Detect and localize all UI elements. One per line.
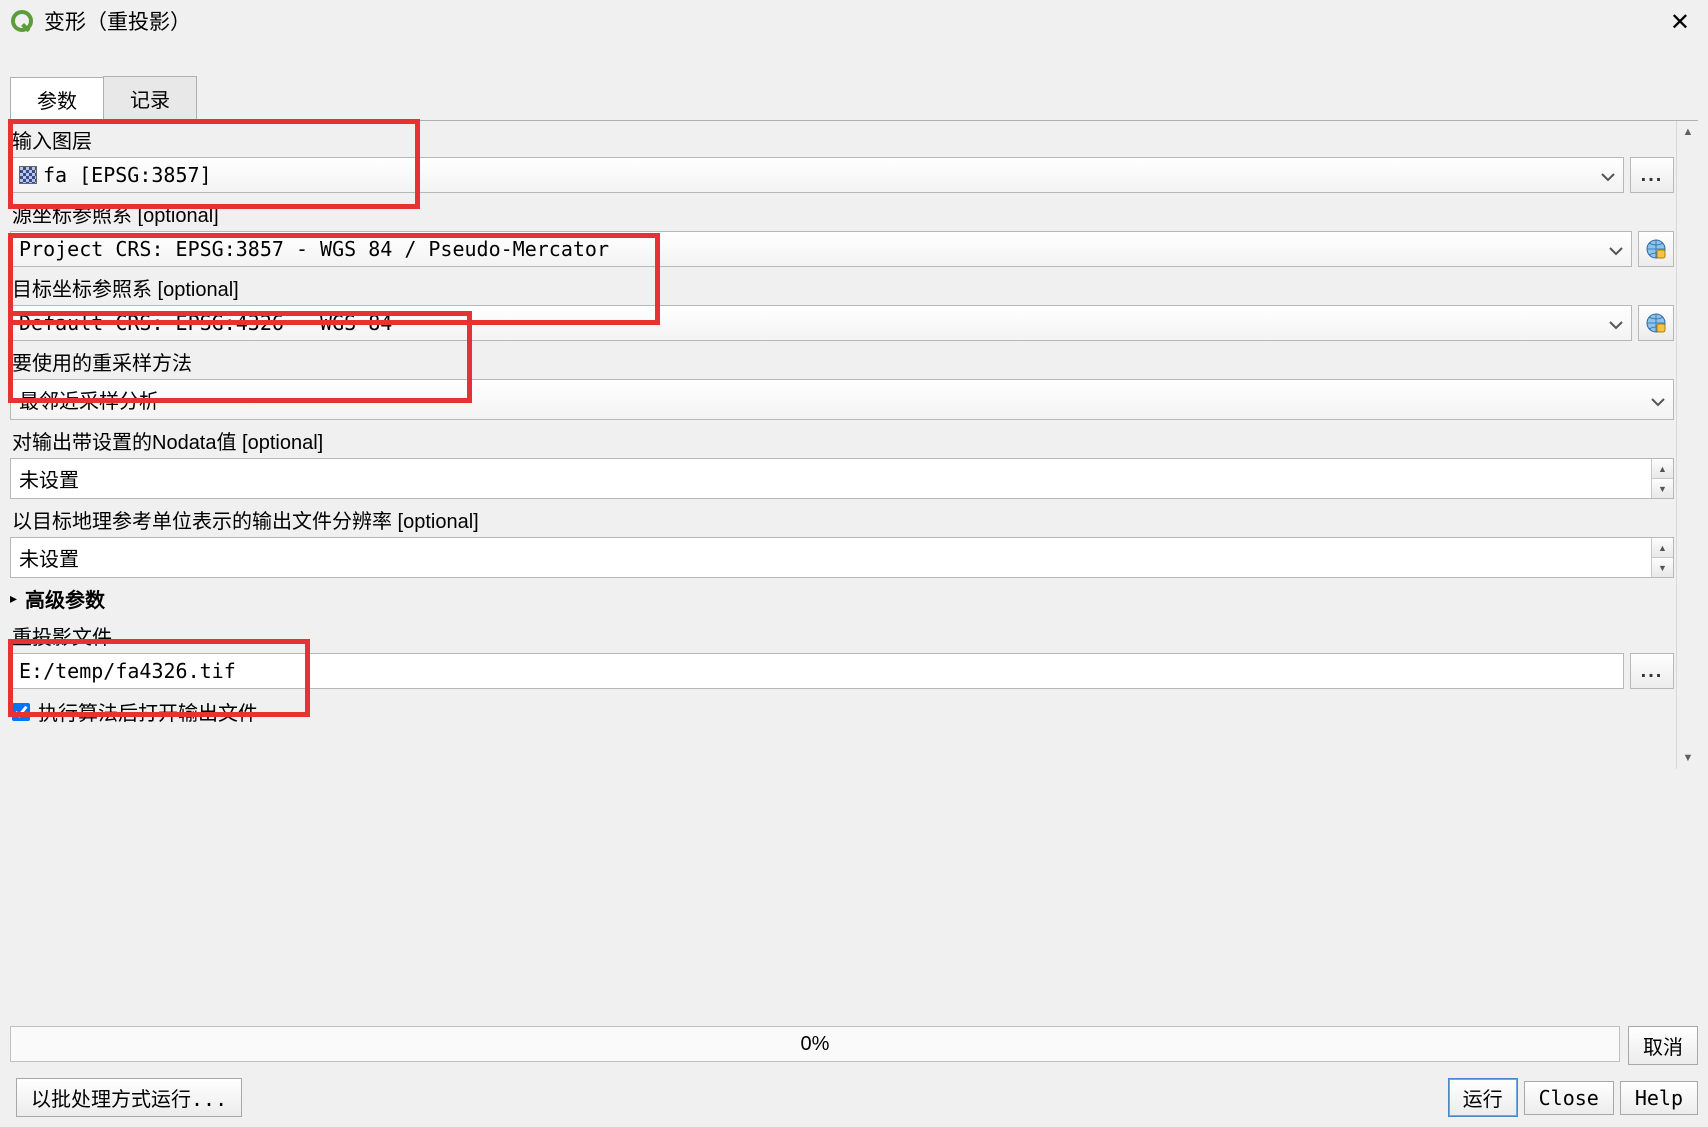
close-icon[interactable]: ✕ — [1670, 8, 1690, 37]
progress-text: 0% — [801, 1033, 830, 1056]
triangle-right-icon: ▸ — [10, 590, 17, 607]
tab-bar: 参数 记录 — [10, 76, 1698, 121]
target-crs-value: Default CRS: EPSG:4326 - WGS 84 — [19, 311, 392, 335]
window-title: 变形（重投影） — [44, 6, 191, 36]
batch-run-button[interactable]: 以批处理方式运行... — [16, 1078, 242, 1117]
cancel-button[interactable]: 取消 — [1628, 1026, 1698, 1065]
app-logo-icon — [10, 9, 34, 33]
nodata-value: 未设置 — [11, 459, 1651, 498]
open-output-label: 执行算法后打开输出文件 — [38, 697, 258, 726]
raster-layer-icon — [19, 166, 37, 184]
chevron-down-icon — [1609, 237, 1623, 261]
close-button[interactable]: Close — [1524, 1081, 1614, 1115]
chevron-down-icon — [1651, 388, 1665, 412]
run-button[interactable]: 运行 — [1448, 1078, 1518, 1117]
input-layer-value: fa [EPSG:3857] — [43, 163, 212, 187]
source-crs-picker-button[interactable] — [1638, 231, 1674, 267]
tab-log[interactable]: 记录 — [103, 76, 197, 120]
resample-label: 要使用的重采样方法 — [10, 343, 1674, 379]
input-layer-label: 输入图层 — [10, 121, 1674, 157]
target-crs-picker-button[interactable] — [1638, 305, 1674, 341]
chevron-down-icon — [1601, 163, 1615, 187]
scroll-down-icon[interactable]: ▼ — [1677, 747, 1699, 769]
target-crs-combo[interactable]: Default CRS: EPSG:4326 - WGS 84 — [10, 305, 1632, 341]
globe-icon — [1645, 238, 1667, 260]
help-button[interactable]: Help — [1620, 1081, 1698, 1115]
spin-up-icon[interactable]: ▲ — [1652, 459, 1673, 479]
chevron-down-icon — [1609, 311, 1623, 335]
spin-up-icon[interactable]: ▲ — [1652, 538, 1673, 558]
output-path-value: E:/temp/fa4326.tif — [19, 659, 236, 683]
source-crs-value: Project CRS: EPSG:3857 - WGS 84 / Pseudo… — [19, 237, 609, 261]
scrollbar[interactable]: ▲ ▼ — [1676, 121, 1698, 769]
dialog-footer: 以批处理方式运行... 运行 Close Help — [10, 1078, 1698, 1117]
resolution-label: 以目标地理参考单位表示的输出文件分辨率 [optional] — [10, 501, 1674, 537]
advanced-label: 高级参数 — [25, 584, 105, 613]
nodata-label: 对输出带设置的Nodata值 [optional] — [10, 422, 1674, 458]
progress-bar: 0% — [10, 1026, 1620, 1062]
output-path-input[interactable]: E:/temp/fa4326.tif — [10, 653, 1624, 689]
input-layer-combo[interactable]: fa [EPSG:3857] — [10, 157, 1624, 193]
globe-icon — [1645, 312, 1667, 334]
spin-down-icon[interactable]: ▼ — [1652, 558, 1673, 577]
target-crs-label: 目标坐标参照系 [optional] — [10, 269, 1674, 305]
open-output-checkbox[interactable] — [12, 703, 30, 721]
output-label: 重投影文件 — [10, 617, 1674, 653]
title-bar: 变形（重投影） ✕ — [0, 0, 1708, 44]
spin-down-icon[interactable]: ▼ — [1652, 479, 1673, 498]
resample-value: 最邻近采样分析 — [19, 385, 159, 414]
source-crs-label: 源坐标参照系 [optional] — [10, 195, 1674, 231]
advanced-parameters-toggle[interactable]: ▸ 高级参数 — [10, 580, 1674, 617]
source-crs-combo[interactable]: Project CRS: EPSG:3857 - WGS 84 / Pseudo… — [10, 231, 1632, 267]
input-layer-browse-button[interactable]: ... — [1630, 157, 1674, 193]
parameters-panel: 输入图层 fa [EPSG:3857] ... 源坐标参照系 [optional… — [10, 121, 1698, 769]
resolution-spinbox[interactable]: 未设置 ▲ ▼ — [10, 537, 1674, 578]
scroll-up-icon[interactable]: ▲ — [1677, 121, 1699, 143]
tab-parameters[interactable]: 参数 — [10, 77, 104, 121]
nodata-spinbox[interactable]: 未设置 ▲ ▼ — [10, 458, 1674, 499]
resample-combo[interactable]: 最邻近采样分析 — [10, 379, 1674, 420]
scrollbar-thumb-area[interactable] — [1677, 143, 1698, 747]
progress-row: 0% 取消 — [10, 1026, 1698, 1065]
output-browse-button[interactable]: ... — [1630, 653, 1674, 689]
resolution-value: 未设置 — [11, 538, 1651, 577]
